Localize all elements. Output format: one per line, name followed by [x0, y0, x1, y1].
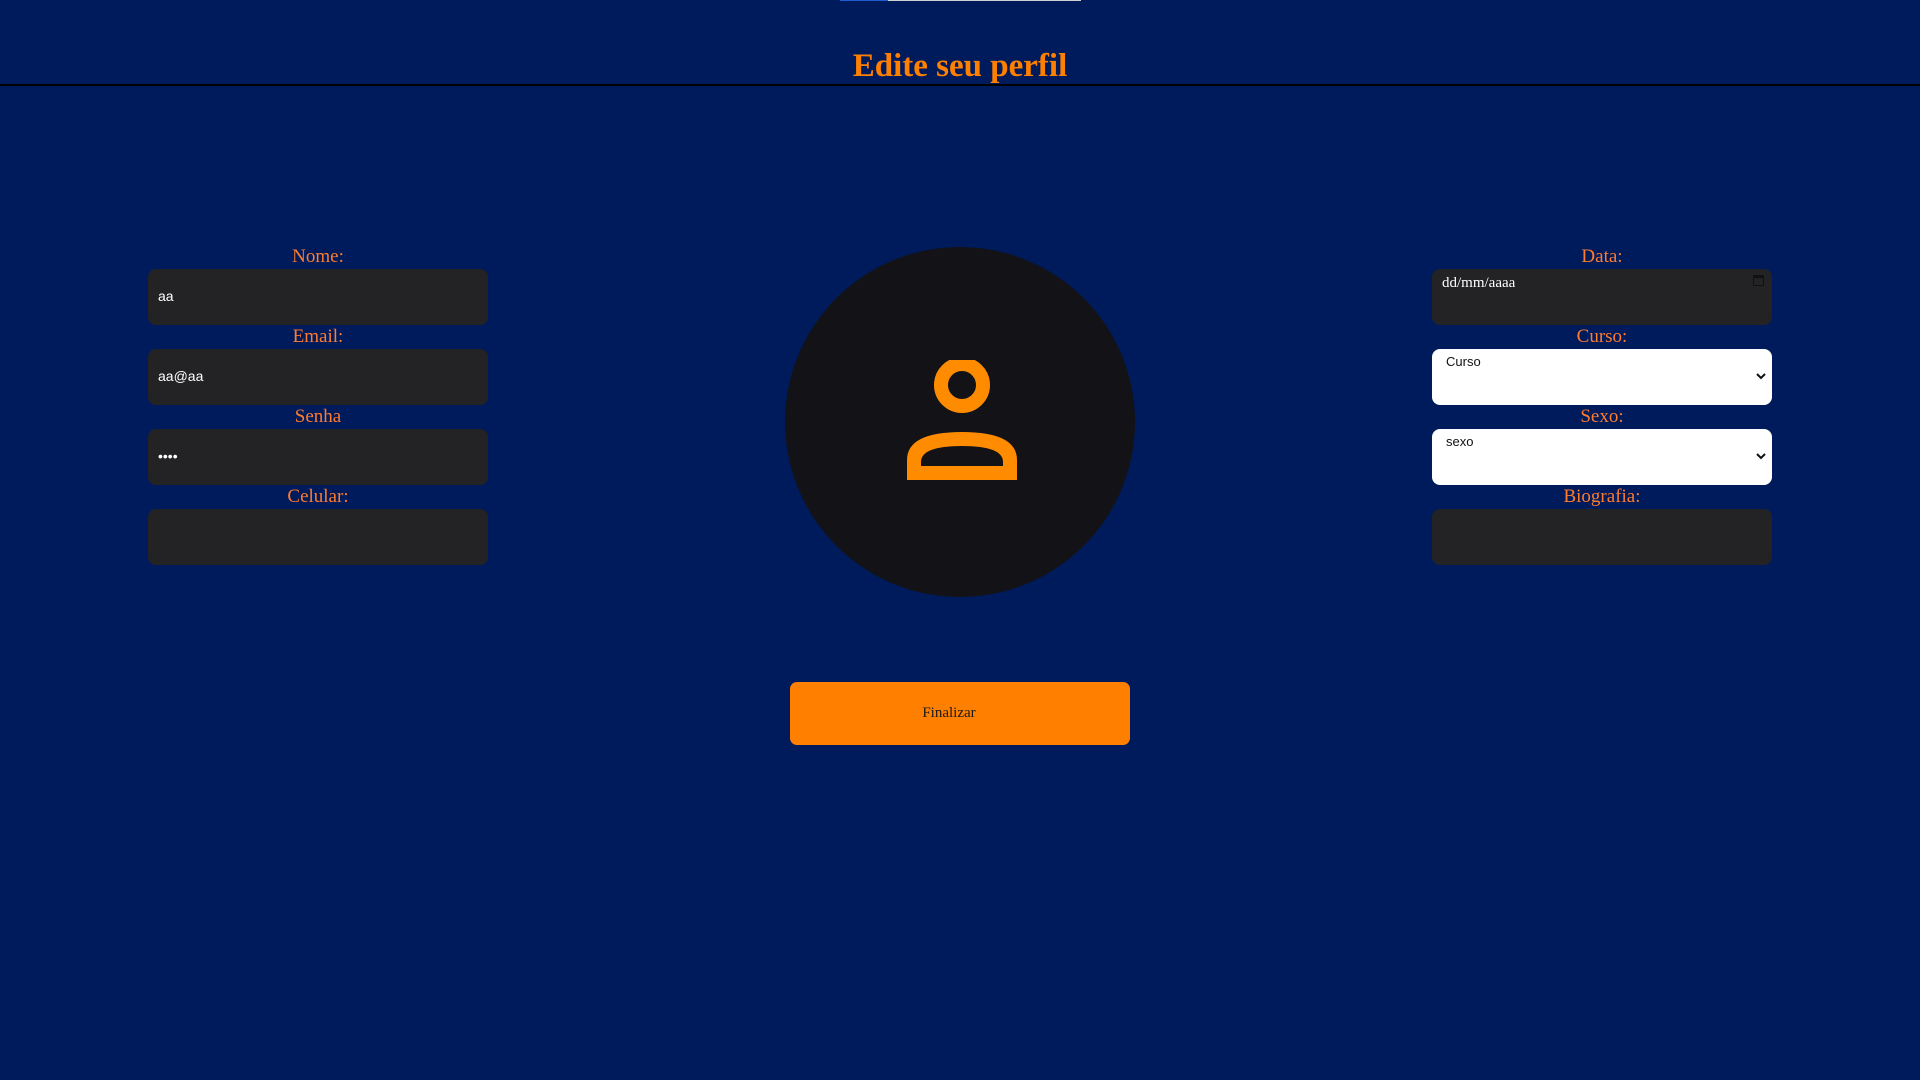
- finish-button[interactable]: Finalizar: [790, 682, 1130, 745]
- bio-input[interactable]: [1432, 509, 1772, 565]
- name-input[interactable]: aa: [148, 269, 488, 325]
- date-input[interactable]: dd/mm/aaaa: [1432, 269, 1772, 325]
- course-label: Curso:: [1576, 326, 1628, 347]
- top-scrollbar-strip: [840, 0, 1081, 1]
- chevron-down-icon: [1756, 373, 1766, 380]
- email-input[interactable]: aa@aa: [148, 349, 488, 405]
- user-profile-icon: [907, 360, 1017, 480]
- email-label: Email:: [292, 326, 344, 347]
- password-label: Senha: [294, 406, 342, 427]
- name-input-value: aa: [158, 288, 174, 304]
- calendar-icon[interactable]: [1753, 275, 1764, 286]
- date-input-placeholder: dd/mm/aaaa: [1442, 275, 1516, 291]
- sex-label: Sexo:: [1580, 406, 1624, 427]
- password-input[interactable]: ••••: [148, 429, 488, 485]
- finish-button-label: Finalizar: [922, 705, 976, 721]
- bio-label: Biografia:: [1563, 486, 1641, 507]
- date-label: Data:: [1581, 246, 1623, 267]
- course-selected-value: Curso: [1446, 354, 1481, 369]
- sex-select[interactable]: sexo: [1432, 429, 1772, 485]
- top-strip-highlight: [840, 0, 888, 1]
- page-title: Edite seu perfil: [852, 48, 1068, 84]
- email-input-value: aa@aa: [158, 368, 204, 384]
- password-input-value: ••••: [158, 448, 178, 464]
- header-divider: [0, 84, 1920, 86]
- edit-profile-page: Edite seu perfil Nome: aa Email: aa@aa S…: [0, 0, 1920, 1080]
- sex-selected-value: sexo: [1446, 434, 1474, 449]
- phone-label: Celular:: [287, 486, 349, 507]
- course-select[interactable]: Curso: [1432, 349, 1772, 405]
- phone-input[interactable]: [148, 509, 488, 565]
- chevron-down-icon: [1756, 453, 1766, 460]
- left-form-column: Nome: aa Email: aa@aa Senha •••• Celular…: [148, 245, 488, 565]
- right-form-column: Data: dd/mm/aaaa Curso: Curso Sexo: sexo…: [1432, 245, 1772, 565]
- avatar[interactable]: [785, 247, 1135, 597]
- name-label: Nome:: [292, 246, 344, 267]
